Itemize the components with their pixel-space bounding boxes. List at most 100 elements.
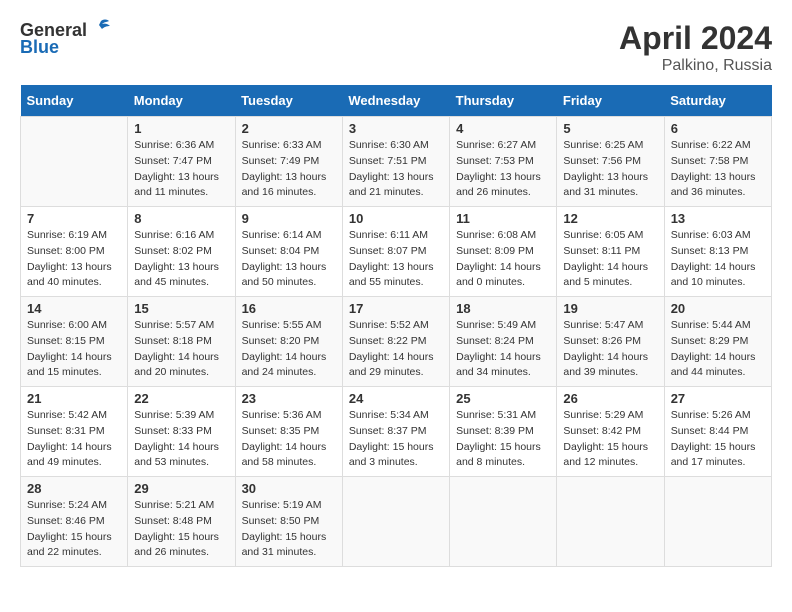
day-number: 12 (563, 211, 657, 226)
day-info-line: Sunrise: 5:31 AM (456, 408, 550, 424)
calendar-cell (664, 477, 771, 567)
calendar-cell: 13Sunrise: 6:03 AMSunset: 8:13 PMDayligh… (664, 207, 771, 297)
calendar-cell: 12Sunrise: 6:05 AMSunset: 8:11 PMDayligh… (557, 207, 664, 297)
calendar-cell: 3Sunrise: 6:30 AMSunset: 7:51 PMDaylight… (342, 117, 449, 207)
day-info-line: Sunset: 7:56 PM (563, 154, 657, 170)
day-number: 2 (242, 121, 336, 136)
day-info-line: and 3 minutes. (349, 455, 443, 471)
day-info-line: Daylight: 15 hours (456, 440, 550, 456)
day-info-line: Sunset: 8:39 PM (456, 424, 550, 440)
header-tuesday: Tuesday (235, 85, 342, 117)
day-info-line: Daylight: 15 hours (134, 530, 228, 546)
calendar-cell: 17Sunrise: 5:52 AMSunset: 8:22 PMDayligh… (342, 297, 449, 387)
calendar-cell (450, 477, 557, 567)
day-number: 13 (671, 211, 765, 226)
day-info-line: Sunrise: 5:49 AM (456, 318, 550, 334)
day-info-line: Daylight: 14 hours (563, 260, 657, 276)
day-number: 15 (134, 301, 228, 316)
day-info-line: Daylight: 13 hours (242, 170, 336, 186)
day-info-line: Sunset: 8:07 PM (349, 244, 443, 260)
day-info-line: Sunrise: 6:36 AM (134, 138, 228, 154)
title-section: April 2024 Palkino, Russia (619, 20, 772, 75)
day-info-line: Daylight: 14 hours (134, 440, 228, 456)
day-info-line: Sunset: 7:53 PM (456, 154, 550, 170)
day-info-line: Sunset: 8:48 PM (134, 514, 228, 530)
day-info-line: Sunrise: 6:08 AM (456, 228, 550, 244)
day-info-line: and 12 minutes. (563, 455, 657, 471)
day-info-line: Daylight: 13 hours (242, 260, 336, 276)
day-info-line: and 16 minutes. (242, 185, 336, 201)
day-info-line: and 21 minutes. (349, 185, 443, 201)
day-number: 9 (242, 211, 336, 226)
day-info-line: Daylight: 14 hours (27, 440, 121, 456)
day-info-line: Daylight: 13 hours (134, 170, 228, 186)
day-info-line: Sunrise: 5:26 AM (671, 408, 765, 424)
calendar-week-row: 28Sunrise: 5:24 AMSunset: 8:46 PMDayligh… (21, 477, 772, 567)
day-number: 20 (671, 301, 765, 316)
day-info-line: Sunset: 7:49 PM (242, 154, 336, 170)
day-number: 22 (134, 391, 228, 406)
calendar-cell: 7Sunrise: 6:19 AMSunset: 8:00 PMDaylight… (21, 207, 128, 297)
day-info-line: and 24 minutes. (242, 365, 336, 381)
day-info-line: Daylight: 14 hours (563, 350, 657, 366)
day-info-line: Sunrise: 6:25 AM (563, 138, 657, 154)
calendar-cell: 10Sunrise: 6:11 AMSunset: 8:07 PMDayligh… (342, 207, 449, 297)
day-info-line: Daylight: 14 hours (134, 350, 228, 366)
day-info-line: Daylight: 13 hours (349, 260, 443, 276)
calendar-cell: 22Sunrise: 5:39 AMSunset: 8:33 PMDayligh… (128, 387, 235, 477)
day-number: 25 (456, 391, 550, 406)
calendar-cell: 15Sunrise: 5:57 AMSunset: 8:18 PMDayligh… (128, 297, 235, 387)
calendar-cell: 4Sunrise: 6:27 AMSunset: 7:53 PMDaylight… (450, 117, 557, 207)
day-info-line: Sunrise: 5:42 AM (27, 408, 121, 424)
calendar-cell: 1Sunrise: 6:36 AMSunset: 7:47 PMDaylight… (128, 117, 235, 207)
day-number: 5 (563, 121, 657, 136)
calendar-week-row: 14Sunrise: 6:00 AMSunset: 8:15 PMDayligh… (21, 297, 772, 387)
day-number: 8 (134, 211, 228, 226)
calendar-cell: 30Sunrise: 5:19 AMSunset: 8:50 PMDayligh… (235, 477, 342, 567)
calendar-cell: 14Sunrise: 6:00 AMSunset: 8:15 PMDayligh… (21, 297, 128, 387)
day-info-line: Sunrise: 5:55 AM (242, 318, 336, 334)
day-number: 1 (134, 121, 228, 136)
day-number: 3 (349, 121, 443, 136)
day-info-line: and 55 minutes. (349, 275, 443, 291)
day-info-line: Sunrise: 6:14 AM (242, 228, 336, 244)
day-info-line: Daylight: 14 hours (456, 260, 550, 276)
calendar-cell: 23Sunrise: 5:36 AMSunset: 8:35 PMDayligh… (235, 387, 342, 477)
calendar-week-row: 1Sunrise: 6:36 AMSunset: 7:47 PMDaylight… (21, 117, 772, 207)
day-info-line: Daylight: 15 hours (671, 440, 765, 456)
day-number: 28 (27, 481, 121, 496)
header-saturday: Saturday (664, 85, 771, 117)
day-info-line: Sunset: 8:33 PM (134, 424, 228, 440)
day-number: 6 (671, 121, 765, 136)
day-info-line: and 22 minutes. (27, 545, 121, 561)
day-info-line: Sunrise: 6:16 AM (134, 228, 228, 244)
header-wednesday: Wednesday (342, 85, 449, 117)
day-number: 26 (563, 391, 657, 406)
day-number: 29 (134, 481, 228, 496)
day-info-line: Sunrise: 5:52 AM (349, 318, 443, 334)
day-info-line: Sunrise: 5:24 AM (27, 498, 121, 514)
day-info-line: and 15 minutes. (27, 365, 121, 381)
day-info-line: and 5 minutes. (563, 275, 657, 291)
calendar-cell: 5Sunrise: 6:25 AMSunset: 7:56 PMDaylight… (557, 117, 664, 207)
day-number: 10 (349, 211, 443, 226)
location-subtitle: Palkino, Russia (619, 57, 772, 75)
calendar-cell: 21Sunrise: 5:42 AMSunset: 8:31 PMDayligh… (21, 387, 128, 477)
calendar-cell: 25 Sunrise: 5:31 AMSunset: 8:39 PMDayligh… (450, 387, 557, 477)
day-info-line: Daylight: 15 hours (27, 530, 121, 546)
day-info-line: Sunset: 8:22 PM (349, 334, 443, 350)
day-info-line: Daylight: 14 hours (242, 440, 336, 456)
logo: General Blue (20, 20, 113, 58)
calendar-cell: 27Sunrise: 5:26 AMSunset: 8:44 PMDayligh… (664, 387, 771, 477)
day-info-line: Sunset: 8:29 PM (671, 334, 765, 350)
calendar-cell: 2Sunrise: 6:33 AMSunset: 7:49 PMDaylight… (235, 117, 342, 207)
day-info-line: Daylight: 15 hours (349, 440, 443, 456)
header-sunday: Sunday (21, 85, 128, 117)
day-info-line: and 0 minutes. (456, 275, 550, 291)
day-info-line: and 31 minutes. (563, 185, 657, 201)
calendar-week-row: 7Sunrise: 6:19 AMSunset: 8:00 PMDaylight… (21, 207, 772, 297)
day-info-line: Daylight: 13 hours (349, 170, 443, 186)
day-info-line: Sunset: 8:20 PM (242, 334, 336, 350)
day-info-line: Sunrise: 5:19 AM (242, 498, 336, 514)
calendar-table: Sunday Monday Tuesday Wednesday Thursday… (20, 85, 772, 567)
